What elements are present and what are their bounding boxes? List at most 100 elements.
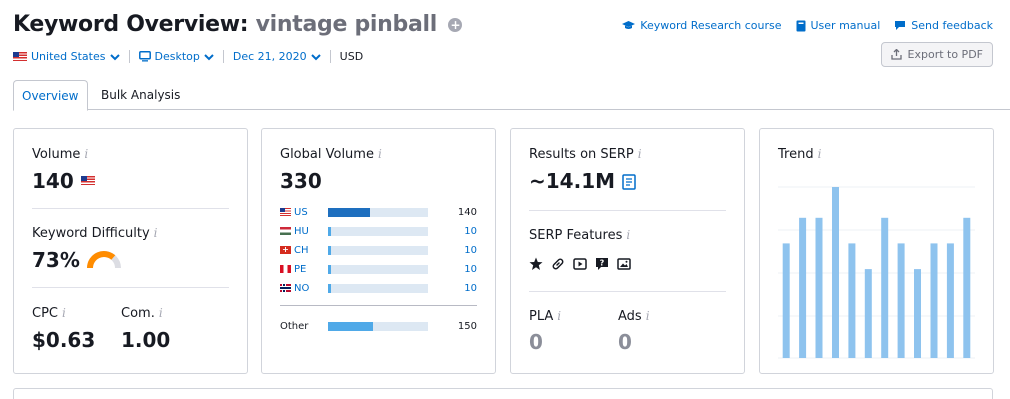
trend-bar[interactable]: [848, 243, 856, 358]
link-label: Send feedback: [911, 19, 993, 32]
volume-label-text: Volume: [32, 147, 81, 162]
video-icon[interactable]: [573, 257, 587, 271]
serp-card: Results on SERP i ~14.1M SERP Features i ?…: [510, 128, 745, 374]
trend-bar[interactable]: [930, 243, 938, 358]
info-icon[interactable]: i: [626, 228, 630, 242]
keyword-research-course-link[interactable]: Keyword Research course: [622, 19, 782, 32]
country-volume[interactable]: 10: [464, 283, 477, 294]
country-volume[interactable]: 10: [464, 245, 477, 256]
info-icon[interactable]: i: [646, 309, 650, 323]
trend-bar[interactable]: [914, 269, 921, 358]
us-flag-icon: [280, 208, 291, 216]
currency-label: USD: [339, 50, 364, 63]
global-volume-label: Global Volume i: [280, 147, 382, 162]
country-row-us[interactable]: US 140: [280, 204, 477, 220]
trend-bar[interactable]: [815, 217, 823, 358]
country-volume: 140: [457, 206, 477, 218]
info-icon[interactable]: i: [557, 309, 561, 323]
kd-label-text: Keyword Difficulty: [32, 226, 150, 241]
divider: [222, 50, 224, 63]
divider: [128, 50, 130, 63]
next-section-card: [13, 388, 993, 399]
results-on-serp-label: Results on SERP i: [529, 147, 642, 162]
divider: [329, 50, 331, 63]
pla-label: PLA i: [529, 309, 561, 324]
device-selector[interactable]: Desktop: [138, 50, 214, 63]
star-icon[interactable]: [529, 257, 543, 271]
info-icon[interactable]: i: [154, 226, 158, 240]
com-label-text: Com.: [121, 306, 155, 321]
divider: [529, 210, 726, 211]
date-selector[interactable]: Dec 21, 2020: [233, 50, 321, 63]
info-icon[interactable]: i: [62, 306, 66, 320]
volume-bar: [328, 207, 428, 217]
country-row-other: Other 150: [280, 318, 477, 334]
faq-icon[interactable]: ?: [595, 257, 609, 271]
competition-label: Com. i: [121, 306, 163, 321]
tab-overview[interactable]: Overview: [13, 80, 88, 111]
volume-bar: [328, 321, 428, 331]
volume-card: Volume i 140 Keyword Difficulty i 73% CPC i…: [13, 128, 248, 374]
trend-bar[interactable]: [799, 217, 807, 358]
volume-bar-fill: [328, 283, 331, 293]
country-code: CH: [294, 244, 309, 256]
global-volume-card: Global Volume i 330 US 140 HU 10 + CH 10 P…: [261, 128, 496, 374]
chevron-down-icon: [204, 53, 214, 60]
volume-bar-fill: [328, 245, 331, 255]
tab-bulk-analysis[interactable]: Bulk Analysis: [93, 80, 188, 110]
trend-bar[interactable]: [897, 243, 905, 358]
trend-label-text: Trend: [778, 147, 814, 162]
trend-bar[interactable]: [946, 243, 954, 358]
chevron-down-icon: [310, 53, 321, 60]
info-icon[interactable]: i: [159, 306, 163, 320]
trend-bar[interactable]: [881, 217, 889, 358]
chevron-down-icon: [109, 53, 120, 60]
page-title: Keyword Overview: vintage pinball +: [13, 12, 463, 37]
filter-bar: United States Desktop Dec 21, 2020 USD: [13, 50, 363, 63]
volume-bar-fill: [328, 264, 331, 274]
info-icon[interactable]: i: [84, 147, 88, 161]
other-volume: 150: [457, 320, 477, 332]
title-label: Keyword Overview:: [13, 12, 249, 37]
keyword-difficulty-value: 73%: [32, 248, 80, 272]
trend-bar[interactable]: [963, 217, 971, 358]
link-icon[interactable]: [551, 257, 565, 271]
ads-label-text: Ads: [618, 309, 642, 324]
serp-features-label-text: SERP Features: [529, 228, 623, 243]
divider: [32, 287, 229, 288]
results-on-serp-value: ~14.1M: [529, 169, 636, 193]
desktop-icon: [138, 51, 151, 62]
trend-bar[interactable]: [832, 187, 839, 358]
keyword-difficulty-label: Keyword Difficulty i: [32, 226, 157, 241]
country-row-no[interactable]: NO 10: [280, 280, 477, 296]
country-row-hu[interactable]: HU 10: [280, 223, 477, 239]
country-row-pe[interactable]: PE 10: [280, 261, 477, 277]
country-volume[interactable]: 10: [464, 264, 477, 275]
serp-snapshot-icon[interactable]: [622, 174, 636, 190]
trend-bar[interactable]: [864, 269, 872, 358]
cpc-label: CPC i: [32, 306, 66, 321]
add-icon[interactable]: +: [448, 18, 463, 32]
country-row-ch[interactable]: + CH 10: [280, 242, 477, 258]
ch-flag-icon: +: [280, 246, 291, 254]
date-label: Dec 21, 2020: [232, 50, 307, 63]
global-volume-value: 330: [280, 169, 322, 193]
trend-bar[interactable]: [782, 243, 790, 358]
serp-features-label: SERP Features i: [529, 228, 630, 243]
export-pdf-button[interactable]: Export to PDF: [880, 42, 993, 67]
info-icon[interactable]: i: [378, 147, 382, 161]
other-label: Other: [280, 320, 309, 332]
info-icon[interactable]: i: [818, 147, 822, 161]
image-icon[interactable]: [617, 257, 631, 271]
country-volume[interactable]: 10: [464, 226, 477, 237]
info-icon[interactable]: i: [638, 147, 642, 161]
country-selector[interactable]: United States: [13, 50, 120, 63]
divider: [280, 305, 477, 306]
send-feedback-link[interactable]: Send feedback: [894, 19, 993, 32]
country-code: NO: [294, 282, 310, 294]
user-manual-link[interactable]: User manual: [796, 19, 880, 32]
serp-label-text: Results on SERP: [529, 147, 634, 162]
export-icon: [890, 49, 902, 60]
us-flag-icon: [13, 52, 27, 61]
cpc-label-text: CPC: [32, 306, 58, 321]
